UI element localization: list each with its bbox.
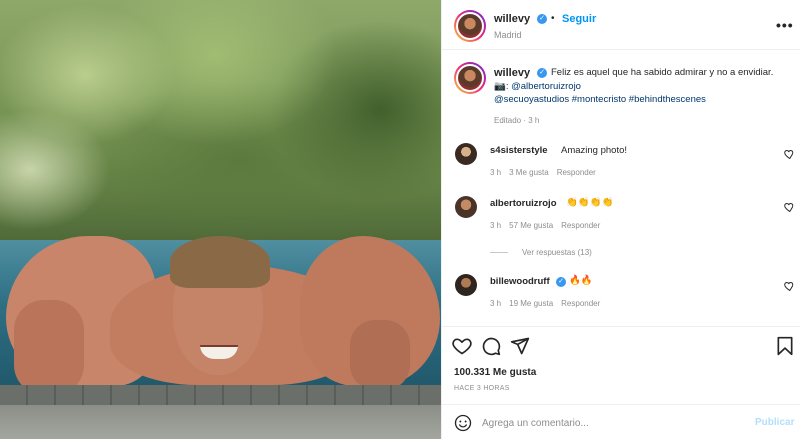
verified-badge-icon: ✓ xyxy=(556,277,566,287)
emoji-icon[interactable] xyxy=(454,414,472,432)
post-photo[interactable] xyxy=(0,0,441,439)
person-hair xyxy=(170,236,270,288)
comment-likes[interactable]: 57 Me gusta xyxy=(509,221,553,230)
caption-username[interactable]: willevy xyxy=(494,67,530,79)
comment-icon[interactable] xyxy=(481,336,501,356)
comment-time: 3 h xyxy=(490,299,502,308)
comment-likes[interactable]: 3 Me gusta xyxy=(509,168,549,177)
comment-username[interactable]: s4sisterstyle xyxy=(490,145,548,156)
comment-bar: Publicar xyxy=(442,404,800,439)
person-left-arm xyxy=(14,300,84,395)
comment-avatar[interactable] xyxy=(455,274,477,296)
comment-likes[interactable]: 19 Me gusta xyxy=(509,299,553,308)
comment-time: 3 h xyxy=(490,168,502,177)
post-time-ago: HACE 3 HORAS xyxy=(454,385,510,392)
more-options-button[interactable]: ••• xyxy=(776,17,794,33)
caption-credit-line: 📷: @albertoruizrojo xyxy=(494,80,774,93)
post-header: willevy ✓ • Seguir Madrid ••• xyxy=(442,0,800,50)
reply-button[interactable]: Responder xyxy=(561,221,600,230)
replies-divider xyxy=(490,252,508,253)
share-icon[interactable] xyxy=(510,336,530,356)
publish-button[interactable]: Publicar xyxy=(755,417,794,428)
follow-button[interactable]: Seguir xyxy=(562,13,596,25)
caption-tags[interactable]: @secuoyastudios #montecristo #behindthes… xyxy=(494,93,774,106)
camera-icon: 📷 xyxy=(494,81,506,92)
person-right-arm xyxy=(350,320,410,390)
bookmark-icon[interactable] xyxy=(775,336,795,356)
verified-badge-icon: ✓ xyxy=(537,68,547,78)
caption-author-avatar[interactable] xyxy=(454,62,486,94)
comment-meta: 3 h 19 Me gusta Responder xyxy=(490,299,608,308)
comment-username[interactable]: albertoruizrojo xyxy=(490,198,557,209)
comment-input[interactable] xyxy=(482,415,732,431)
comment-text: 👏👏👏👏 xyxy=(566,197,614,208)
post-location[interactable]: Madrid xyxy=(494,30,522,40)
reply-button[interactable]: Responder xyxy=(561,299,600,308)
comment-username[interactable]: billewoodruff xyxy=(490,276,550,287)
verified-badge-icon: ✓ xyxy=(537,14,547,24)
pool-edge xyxy=(0,385,441,439)
author-username[interactable]: willevy xyxy=(494,13,530,25)
comment-avatar[interactable] xyxy=(455,196,477,218)
comment-text: Amazing photo! xyxy=(561,145,628,156)
heart-icon[interactable] xyxy=(452,336,472,356)
comment-avatar[interactable] xyxy=(455,143,477,165)
mention-link[interactable]: : @albertoruizrojo xyxy=(506,81,581,92)
likes-count[interactable]: 100.331 Me gusta xyxy=(454,367,536,378)
separator-dot: • xyxy=(551,13,555,24)
caption-text: Feliz es aquel que ha sabido admirar y n… xyxy=(551,67,774,78)
reply-button[interactable]: Responder xyxy=(557,168,596,177)
author-avatar[interactable] xyxy=(454,10,486,42)
caption-edited-time: Editado · 3 h xyxy=(494,116,540,125)
heart-icon[interactable] xyxy=(783,148,795,160)
comment-meta: 3 h 57 Me gusta Responder xyxy=(490,221,608,230)
view-replies-button[interactable]: Ver respuestas (13) xyxy=(522,248,592,257)
heart-icon[interactable] xyxy=(783,201,795,213)
comment-text: 🔥🔥 xyxy=(569,275,593,286)
heart-icon[interactable] xyxy=(783,280,795,292)
post-sidebar: willevy ✓ • Seguir Madrid ••• willevy ✓ … xyxy=(441,0,800,439)
comment-time: 3 h xyxy=(490,221,502,230)
comment-meta: 3 h 3 Me gusta Responder xyxy=(490,168,604,177)
